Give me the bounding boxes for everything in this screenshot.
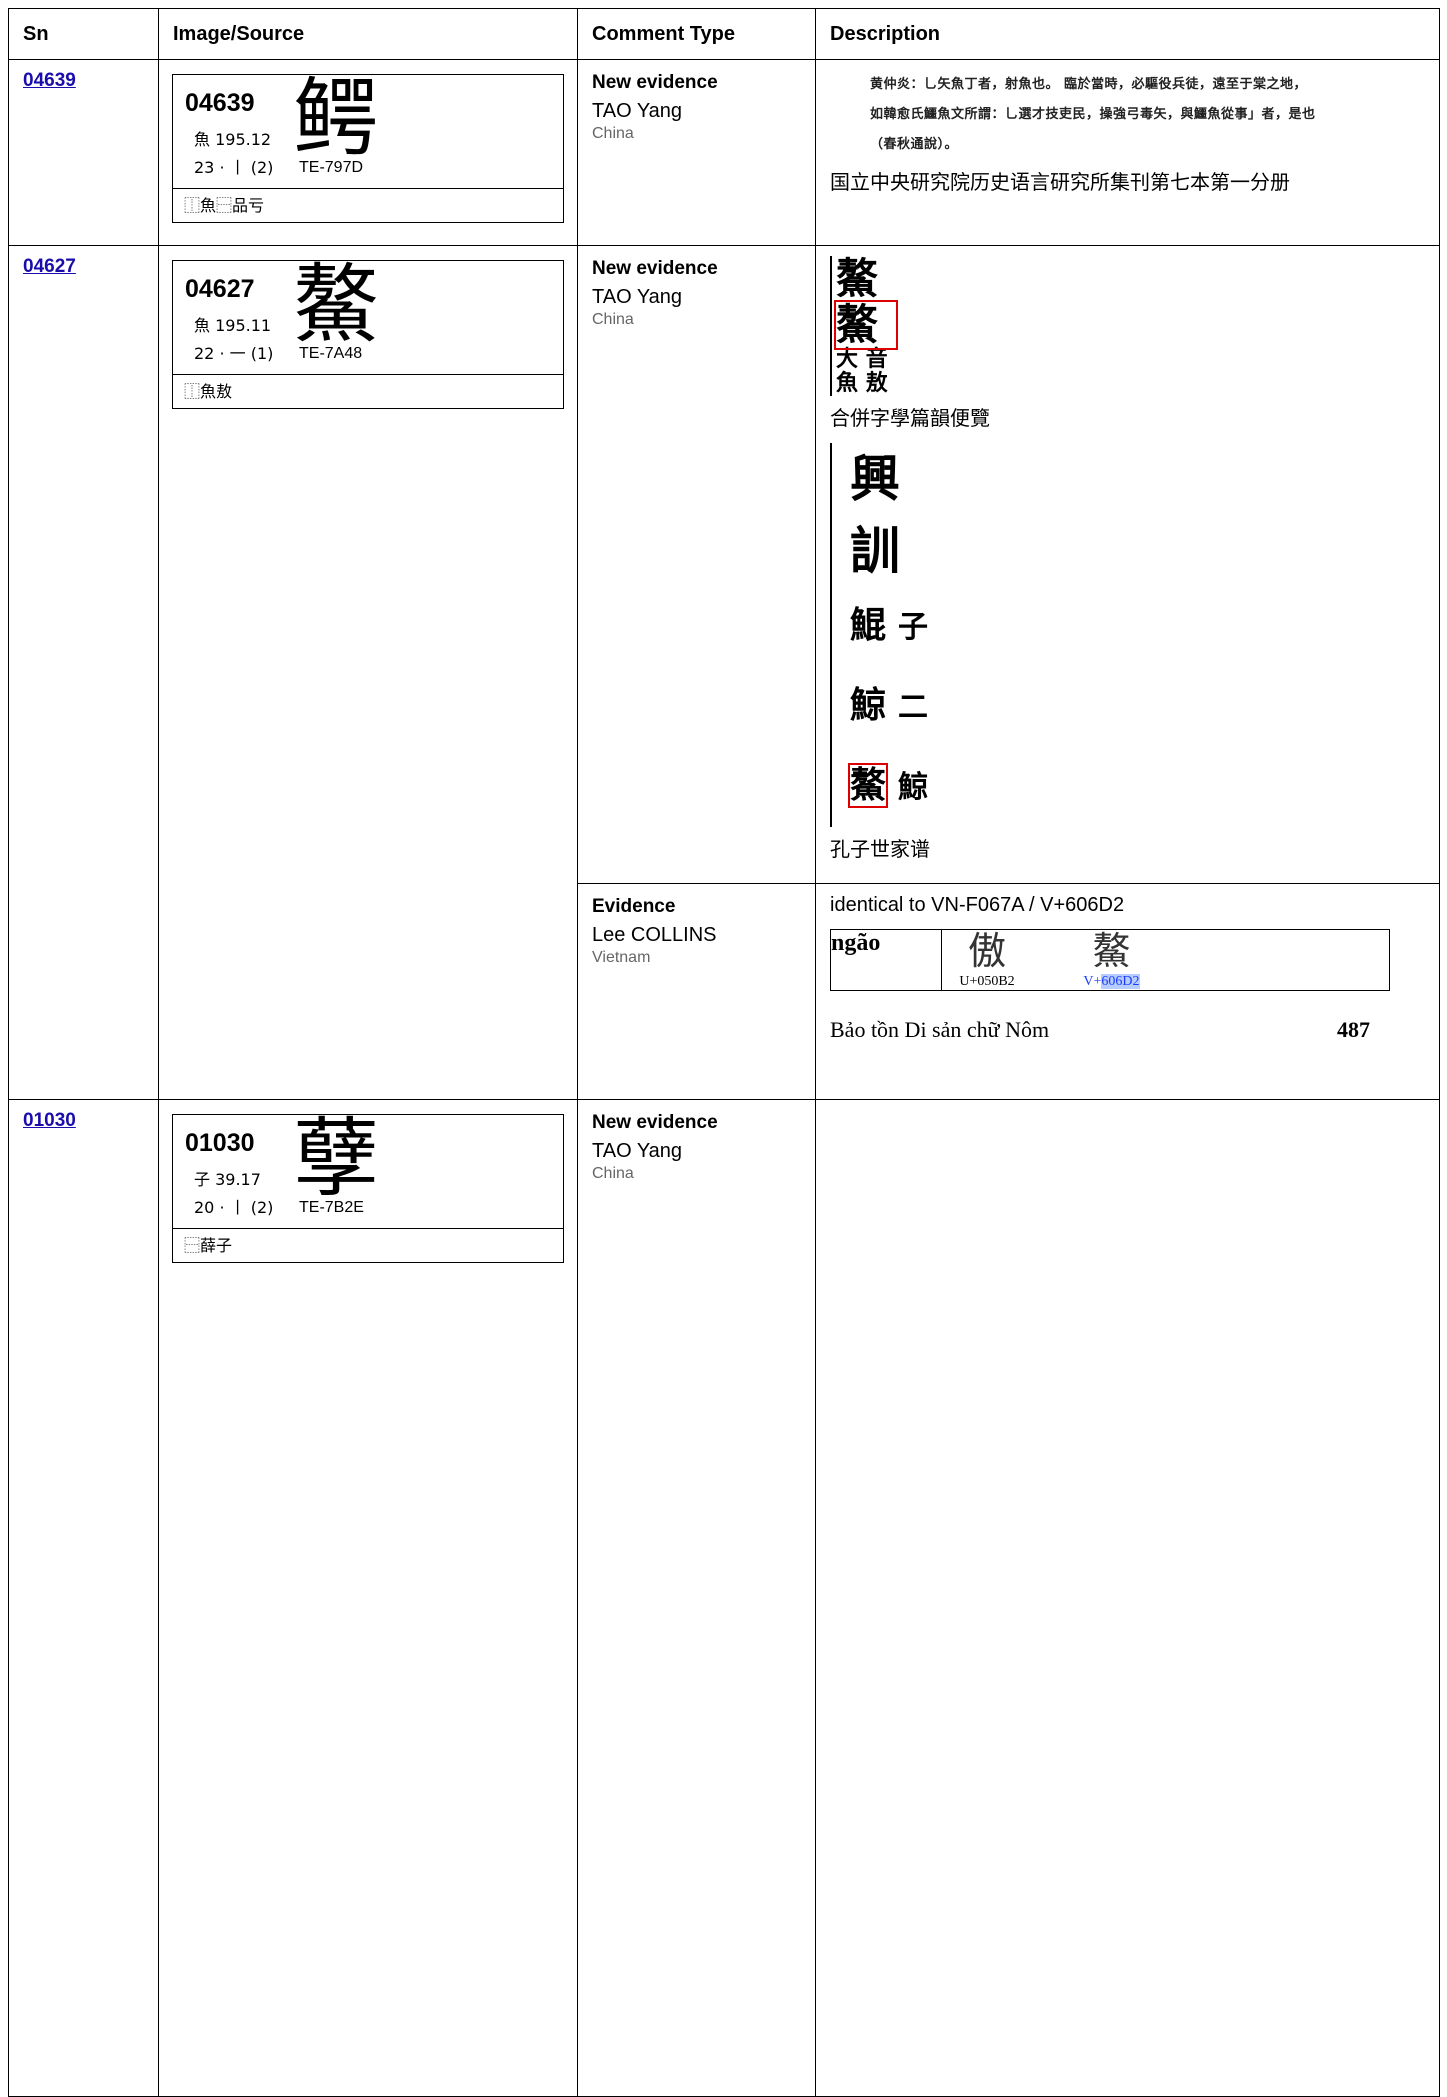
evidence-scan-image: 黄仲炎：乚矢魚丁者，射魚也。 臨於當時，必驅役兵徒，遠至于棠之地， 如韓愈氏鱷魚… <box>830 70 1439 160</box>
comment-author: TAO Yang <box>592 286 683 308</box>
image-source-cell: 01030 子 39.17 20 · 丨 (2) 孽 TE-7B2E ⿱薛子 <box>158 1099 578 2097</box>
vn-glyph: 傲 <box>967 929 1006 973</box>
scan-line: 黄仲炎：乚矢魚丁者，射魚也。 臨於當時，必驅役兵徒，遠至于棠之地， <box>870 77 1308 92</box>
description-cell: identical to VN-F067A / V+606D2 ngão 傲 鰲… <box>815 883 1440 1100</box>
sn-cell: 01030 <box>8 1099 159 2097</box>
scan-glyph: 鯨 <box>898 770 929 805</box>
card-radical: 子 39.17 <box>194 1170 261 1189</box>
card-id: 01030 <box>185 1129 255 1157</box>
comment-author: TAO Yang <box>592 100 683 122</box>
sn-link[interactable]: 04627 <box>23 256 76 278</box>
card-radical: 魚 195.12 <box>194 130 272 149</box>
vn-source-footer: Bảo tồn Di sản chữ Nôm 487 <box>830 1017 1390 1043</box>
header-image-source: Image/Source <box>158 8 578 60</box>
sn-link[interactable]: 04639 <box>23 70 76 92</box>
evidence-scan-image: 興 訓 鯤子 鯨二 鰲鯨 <box>830 443 970 827</box>
table-row: 01030 01030 子 39.17 20 · 丨 (2) 孽 TE-7B2E… <box>8 1099 1440 2097</box>
scan-glyph: 鯤 <box>850 605 887 646</box>
vn-code-prefix: V+ <box>1083 974 1102 989</box>
vn-code: U+050B2 <box>959 974 1015 989</box>
comment-type-cell: New evidence TAO Yang China <box>577 59 816 246</box>
card-glyph: 孽 <box>293 1109 379 1209</box>
evidence-scan-image: 鰲 鰲 大 音 魚 敖 <box>830 254 898 396</box>
image-source-cell: 04639 魚 195.12 23 · 丨 (2) 鳄 TE-797D ⿰魚⿱品… <box>158 59 578 246</box>
sn-link[interactable]: 01030 <box>23 1110 76 1132</box>
vn-glyph: 鰲 <box>1092 929 1131 973</box>
comment-type: New evidence <box>592 258 718 279</box>
description-cell: 黄仲炎：乚矢魚丁者，射魚也。 臨於當時，必驅役兵徒，遠至于棠之地， 如韓愈氏鱷魚… <box>815 59 1440 246</box>
glyph-card: 01030 子 39.17 20 · 丨 (2) 孽 TE-7B2E ⿱薛子 <box>172 1109 564 1263</box>
card-ids: ⿱薛子 <box>184 1236 233 1255</box>
card-strokes: 20 · 丨 (2) <box>194 1198 274 1217</box>
scan-glyph-highlighted: 鰲 <box>834 300 898 350</box>
comment-country: Vietnam <box>592 949 651 966</box>
card-id: 04639 <box>185 89 255 117</box>
image-source-cell: 04627 魚 195.11 22 · 一 (1) 鰲 TE-7A48 ⿰魚敖 <box>158 245 578 1100</box>
glyph-card: 04639 魚 195.12 23 · 丨 (2) 鳄 TE-797D ⿰魚⿱品… <box>172 69 564 223</box>
card-te-code: TE-797D <box>299 159 364 176</box>
card-te-code: TE-7A48 <box>299 345 363 362</box>
vn-glyph-cell: 傲 鰲 U+050B2 V+606D2 <box>941 929 1390 991</box>
scan-glyph: 鰲 <box>836 254 879 303</box>
evidence-table: Sn Image/Source Comment Type Description… <box>8 8 1440 2097</box>
scan-glyph-pair: 鰲鯨 <box>847 747 970 827</box>
scan-line: 如韓愈氏鱷魚文所謂：乚選才技吏民，操強弓毒矢，與鱷魚從事」者，是也 <box>870 107 1316 122</box>
header-sn: Sn <box>8 8 159 60</box>
vn-source: Bảo tồn Di sản chữ Nôm <box>830 1017 1050 1042</box>
scan-glyph: 子 <box>898 610 929 645</box>
comment-type-cell: Evidence Lee COLLINS Vietnam <box>577 883 816 1100</box>
scan-glyph-pair: 鯤子 <box>850 587 970 667</box>
card-radical: 魚 195.11 <box>194 316 272 335</box>
scan-glyph: 二 <box>898 690 929 725</box>
card-strokes: 23 · 丨 (2) <box>194 158 274 177</box>
sn-cell: 04639 <box>8 59 159 246</box>
comment-type: New evidence <box>592 72 718 93</box>
comment-country: China <box>592 311 634 328</box>
comment-author: Lee COLLINS <box>592 924 717 946</box>
header-comment-type: Comment Type <box>577 8 816 60</box>
scan-glyph: 鯨 <box>850 685 887 726</box>
vn-code: V+606D2 <box>1066 974 1156 990</box>
header-row: Sn Image/Source Comment Type Description <box>8 8 1440 60</box>
scan-annotation: 魚 敖 <box>836 371 888 396</box>
comment-author: TAO Yang <box>592 1140 683 1162</box>
evidence-scan-image: ngão 傲 鰲 U+050B2 V+606D2 <box>830 929 1390 991</box>
evidence-caption: 国立中央研究院历史语言研究所集刊第七本第一分册 <box>830 170 1290 194</box>
table-row: 04627 04627 魚 195.11 22 · 一 (1) 鰲 TE-7A4… <box>8 245 1440 1100</box>
card-ids: ⿰魚⿱品亏 <box>184 196 265 215</box>
comment-type-cell: New evidence TAO Yang China <box>577 1099 816 2097</box>
scan-glyph: 興 <box>850 450 900 508</box>
sn-cell: 04627 <box>8 245 159 1100</box>
card-ids: ⿰魚敖 <box>184 382 233 401</box>
scan-glyph: 訓 <box>850 522 900 580</box>
scan-glyph-highlighted: 鰲 <box>847 763 889 808</box>
header-description: Description <box>815 8 1440 60</box>
comment-country: China <box>592 125 634 142</box>
table-row: 04639 04639 魚 195.12 23 · 丨 (2) 鳄 TE-797… <box>8 59 1440 246</box>
card-glyph: 鳄 <box>293 69 379 169</box>
card-id: 04627 <box>185 275 255 303</box>
card-te-code: TE-7B2E <box>299 1199 364 1216</box>
comment-type: Evidence <box>592 896 676 917</box>
evidence-caption: 孔子世家谱 <box>830 837 930 861</box>
vn-page-number: 487 <box>1337 1017 1370 1042</box>
vn-code-highlight: 606D2 <box>1101 974 1140 989</box>
scan-glyph-pair: 鯨二 <box>850 667 970 747</box>
evidence-text: identical to VN-F067A / V+606D2 <box>830 894 1125 916</box>
card-strokes: 22 · 一 (1) <box>194 344 274 363</box>
card-glyph: 鰲 <box>293 255 379 355</box>
comment-type: New evidence <box>592 1112 718 1133</box>
scan-line: （春秋通說）。 <box>870 137 959 152</box>
comment-country: China <box>592 1165 634 1182</box>
comment-type-cell: New evidence TAO Yang China <box>577 245 816 884</box>
vn-reading: ngão <box>830 929 942 991</box>
evidence-caption: 合併字學篇韻便覽 <box>830 406 990 430</box>
glyph-card: 04627 魚 195.11 22 · 一 (1) 鰲 TE-7A48 ⿰魚敖 <box>172 255 564 409</box>
description-cell <box>815 1099 1440 2097</box>
description-cell: 鰲 鰲 大 音 魚 敖 合併字學篇韻便覽 興 訓 鯤子 鯨二 鰲鯨 孔子世家谱 <box>815 245 1440 884</box>
scan-annotation: 大 音 <box>836 347 888 372</box>
